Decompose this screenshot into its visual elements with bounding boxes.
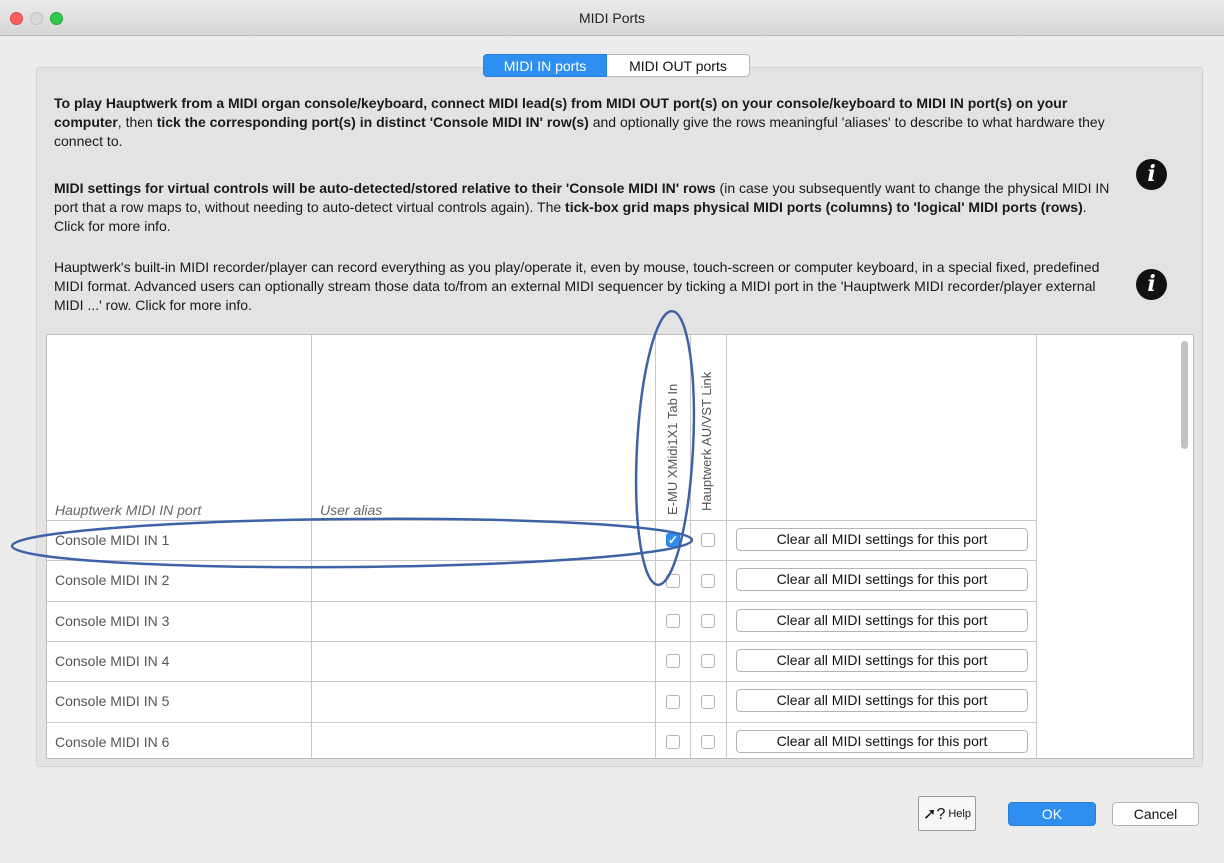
tab-midi-in-ports[interactable]: MIDI IN ports [483,54,607,77]
window-title: MIDI Ports [578,10,646,26]
info-icon[interactable]: i [1136,159,1167,190]
cancel-button[interactable]: Cancel [1112,802,1199,826]
row-label: Console MIDI IN 6 [55,734,170,750]
port-checkbox[interactable] [666,574,680,588]
grid-scrollbar[interactable] [1181,341,1188,449]
port-checkbox[interactable] [701,654,715,668]
instructions-paragraph: To play Hauptwerk from a MIDI organ cons… [54,94,1114,151]
midi-in-panel: To play Hauptwerk from a MIDI organ cons… [36,67,1203,767]
port-checkbox[interactable] [701,695,715,709]
port-checkbox[interactable] [666,735,680,749]
port-checkbox[interactable] [666,614,680,628]
clear-port-settings-button[interactable]: Clear all MIDI settings for this port [736,528,1028,551]
virtual-controls-paragraph[interactable]: MIDI settings for virtual controls will … [54,179,1114,236]
instructions-bold-2: tick the corresponding port(s) in distin… [156,114,589,130]
port-checkbox[interactable]: ✓ [666,533,680,547]
recorder-paragraph[interactable]: Hauptwerk's built-in MIDI recorder/playe… [54,258,1114,315]
virtual-controls-bold-1: MIDI settings for virtual controls will … [54,180,716,196]
clear-port-settings-button[interactable]: Clear all MIDI settings for this port [736,649,1028,672]
tab-bar: MIDI IN ports MIDI OUT ports [483,54,750,77]
port-checkbox[interactable] [701,533,715,547]
port-checkbox[interactable] [666,695,680,709]
help-cursor-icon: ➚? [923,805,946,823]
midi-port-grid: Hauptwerk MIDI IN port User alias E-MU X… [46,334,1194,759]
header-user-alias: User alias [320,502,383,518]
row-label: Console MIDI IN 5 [55,693,170,709]
port-checkbox[interactable] [701,574,715,588]
ok-button[interactable]: OK [1008,802,1096,826]
clear-port-settings-button[interactable]: Clear all MIDI settings for this port [736,568,1028,591]
info-icon[interactable]: i [1136,269,1167,300]
clear-port-settings-button[interactable]: Clear all MIDI settings for this port [736,609,1028,632]
help-label: Help [948,807,971,820]
row-label: Console MIDI IN 2 [55,572,170,588]
port-checkbox[interactable] [701,735,715,749]
virtual-controls-bold-2: tick-box grid maps physical MIDI ports (… [565,199,1083,215]
header-emu-xmidi-port: E-MU XMidi1X1 Tab In [665,383,680,515]
tab-midi-out-ports[interactable]: MIDI OUT ports [607,54,750,77]
port-checkbox[interactable] [666,654,680,668]
midi-ports-window: MIDI Ports MIDI IN ports MIDI OUT ports … [0,0,1224,863]
row-label: Console MIDI IN 3 [55,613,170,629]
row-label: Console MIDI IN 1 [55,532,170,548]
instructions-text-1: , then [117,114,157,130]
clear-port-settings-button[interactable]: Clear all MIDI settings for this port [736,689,1028,712]
help-button[interactable]: ➚? Help [918,796,976,831]
header-hauptwerk-midi-in-port: Hauptwerk MIDI IN port [55,502,202,518]
header-hauptwerk-au-vst-link: Hauptwerk AU/VST Link [699,371,714,511]
row-label: Console MIDI IN 4 [55,653,170,669]
clear-port-settings-button[interactable]: Clear all MIDI settings for this port [736,730,1028,753]
port-checkbox[interactable] [701,614,715,628]
title-bar: MIDI Ports [0,0,1224,36]
